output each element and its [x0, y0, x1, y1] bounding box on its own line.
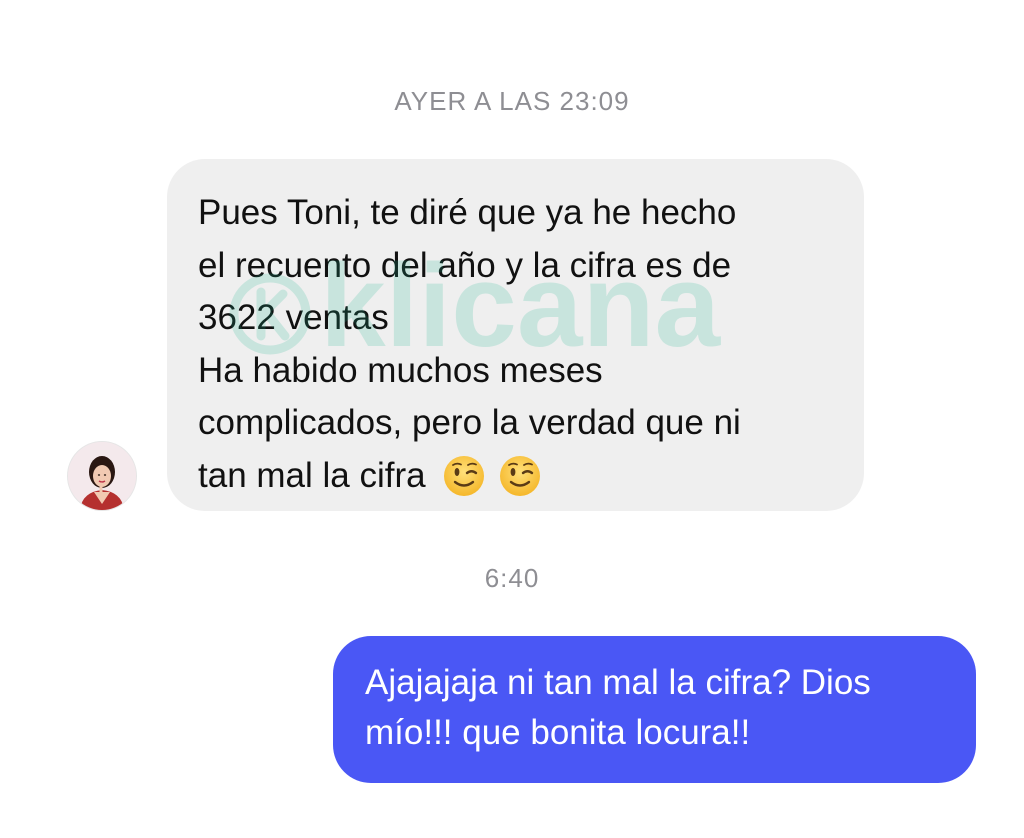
message-line: Pues Toni, te diré que ya he hecho: [198, 193, 737, 232]
timestamp-yesterday: AYER A LAS 23:09: [394, 86, 630, 116]
incoming-message-bubble[interactable]: Pues Toni, te diré que ya he hecho el re…: [167, 159, 864, 511]
wink-emoji-icon: [443, 455, 484, 496]
message-line: Ajajajaja ni tan mal la cifra? Dios: [365, 663, 871, 702]
message-line: 3622 ventas: [198, 298, 389, 337]
message-line: complicados, pero la verdad que ni: [198, 403, 741, 442]
wink-emoji-icon: [499, 455, 540, 496]
message-line: mío!!! que bonita locura!!: [365, 713, 751, 752]
outgoing-message-bubble[interactable]: Ajajajaja ni tan mal la cifra? Dios mío!…: [333, 636, 976, 783]
message-line: Ha habido muchos meses: [198, 350, 603, 390]
message-line-text: tan mal la cifra: [198, 455, 426, 495]
message-last-line: tan mal la cifra: [198, 450, 834, 503]
timestamp-today: 6:40: [484, 563, 540, 593]
message-line: el recuento del año y la cifra es de: [198, 245, 732, 285]
sender-avatar-icon: [68, 442, 136, 510]
avatar[interactable]: [68, 442, 136, 510]
